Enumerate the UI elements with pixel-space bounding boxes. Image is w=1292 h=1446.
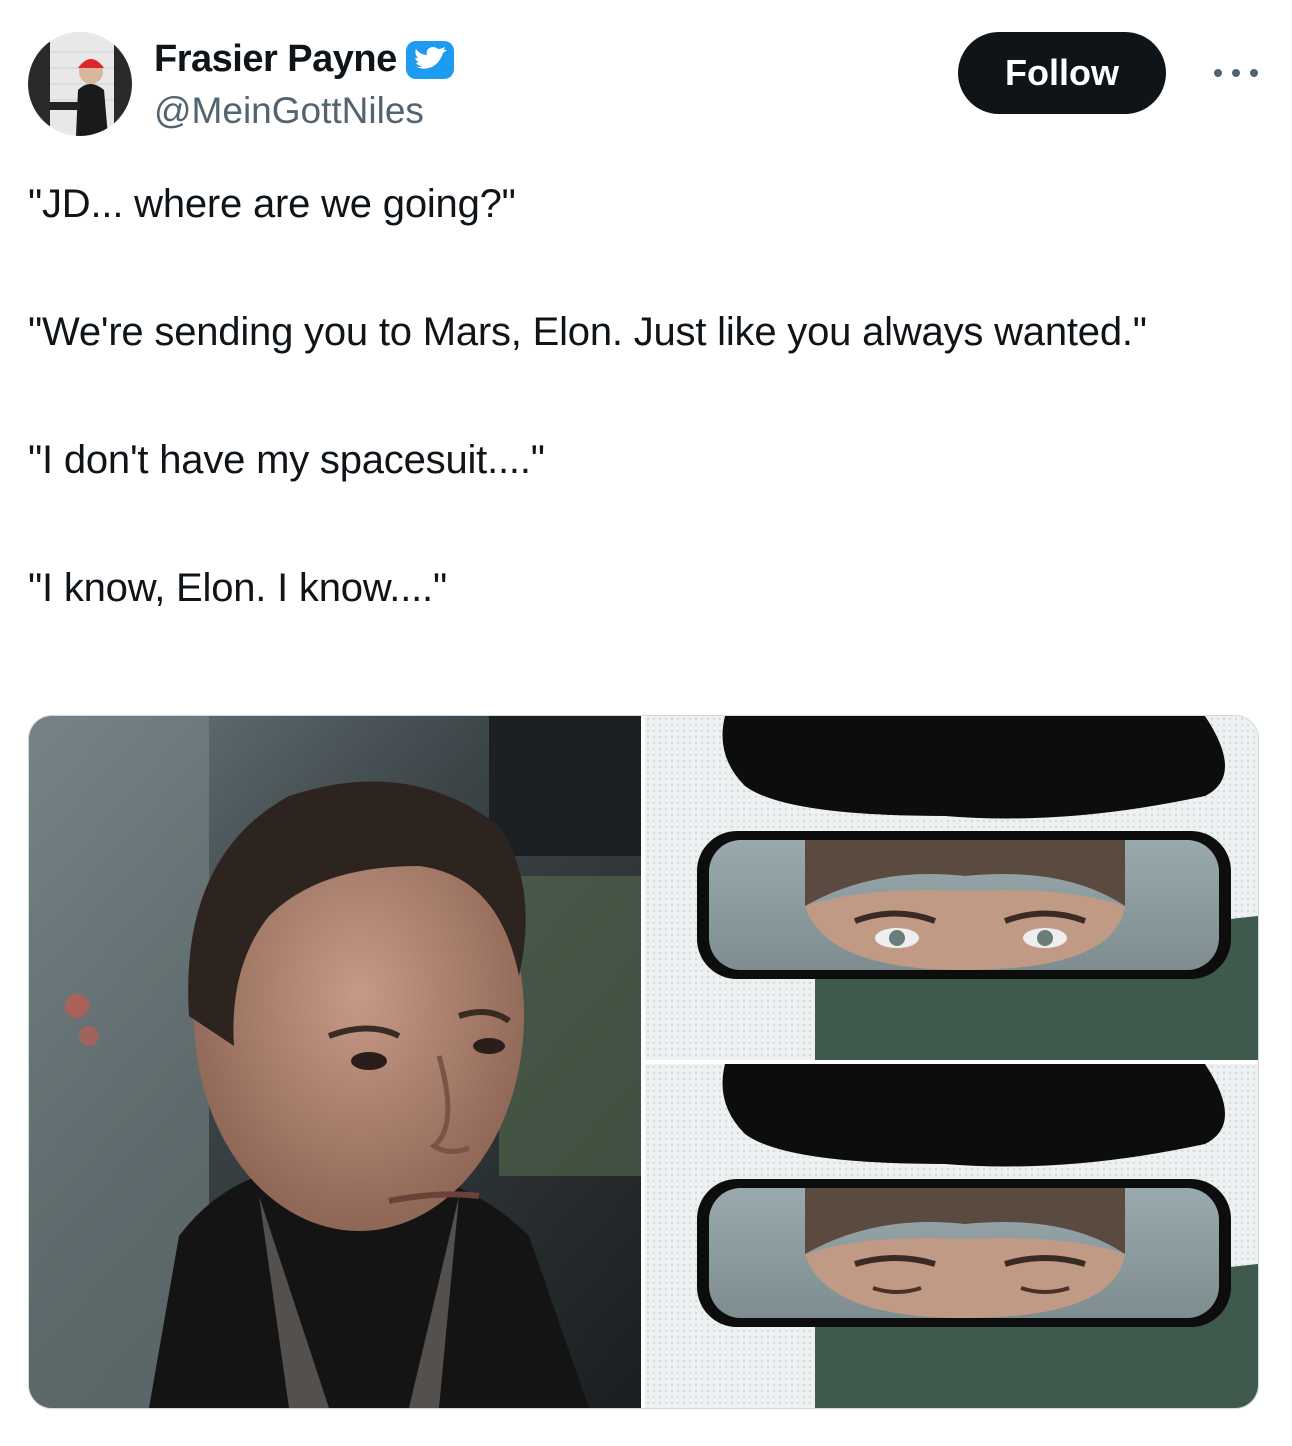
more-options-icon[interactable] bbox=[1214, 58, 1258, 88]
avatar[interactable] bbox=[28, 32, 132, 136]
display-name[interactable]: Frasier Payne bbox=[154, 38, 397, 81]
man-in-car-photo[interactable] bbox=[29, 716, 641, 1408]
user-handle[interactable]: @MeinGottNiles bbox=[154, 90, 424, 132]
verified-badge-icon bbox=[405, 40, 455, 80]
rearview-mirror-eyes-open[interactable] bbox=[645, 716, 1258, 1060]
media-grid[interactable] bbox=[28, 715, 1259, 1409]
rearview-mirror-eyes-closed[interactable] bbox=[645, 1064, 1258, 1408]
avatar-image bbox=[28, 32, 132, 136]
tweet-text: "JD... where are we going?" "We're sendi… bbox=[28, 182, 1147, 610]
follow-button[interactable]: Follow bbox=[958, 32, 1166, 114]
